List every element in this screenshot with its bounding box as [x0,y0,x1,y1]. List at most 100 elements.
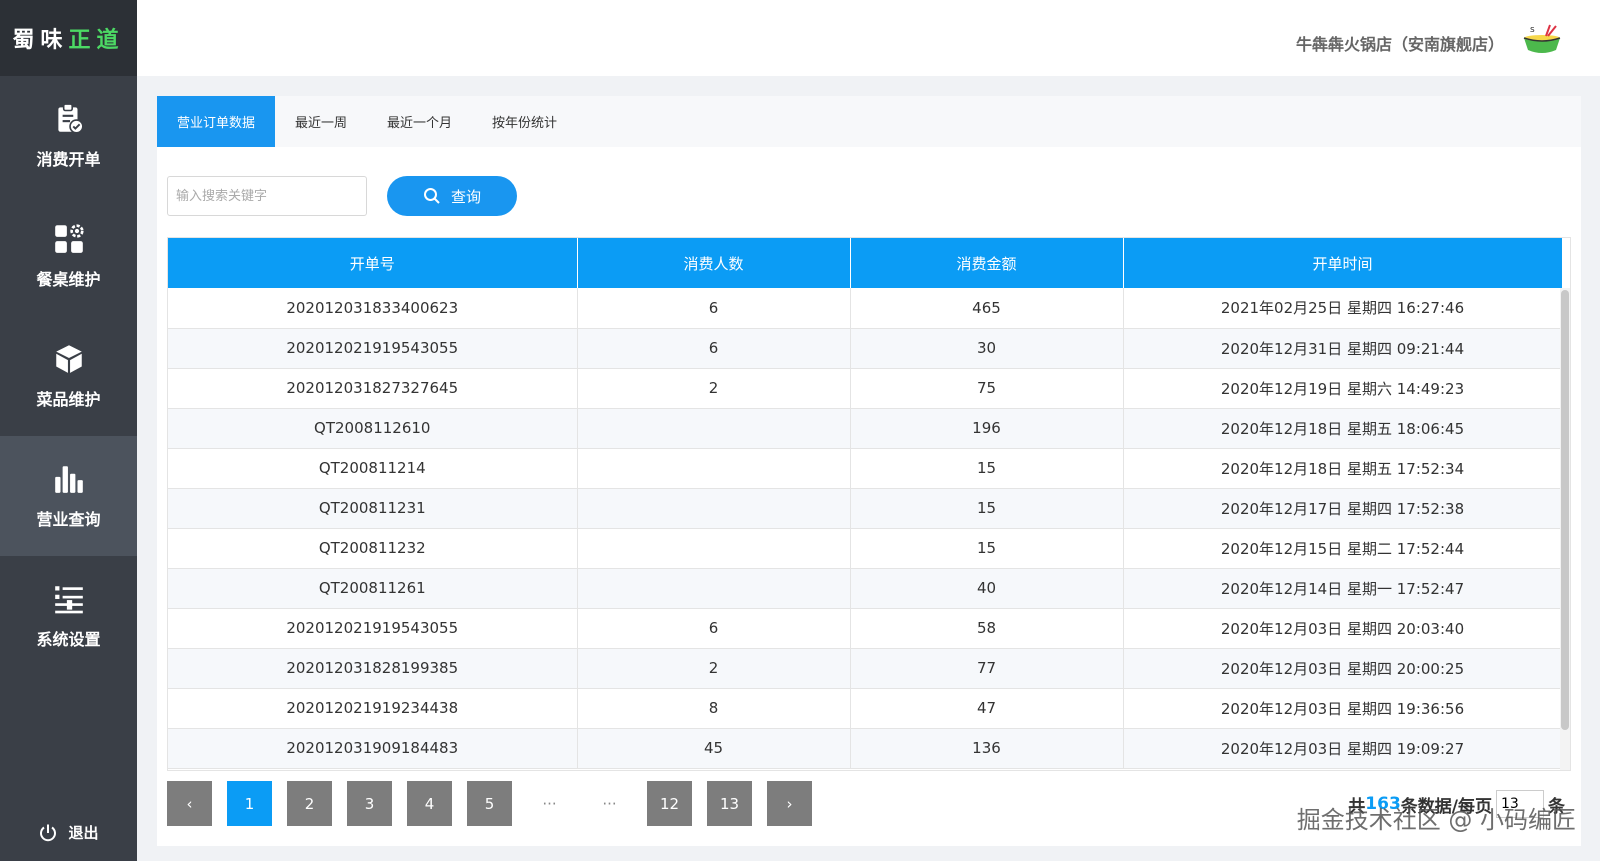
table-cell: 40 [850,568,1124,609]
brand-part1: 蜀味 [12,28,69,53]
column-header[interactable]: 消费人数 [577,238,851,288]
table-cell: 2020年12月18日 星期五 18:06:45 [1123,408,1563,449]
table-cell [577,528,851,569]
page-button-1[interactable]: 1 [227,781,272,826]
sidebar-item-label: 菜品维护 [36,390,101,409]
table-row[interactable]: 202012031909184483 45 136 2020年12月03日 星期四 1… [168,728,1563,769]
table-cell: 2020年12月03日 星期四 19:36:56 [1123,688,1563,729]
table-cell: 202012031828199385 [168,648,578,689]
table-cell: 2020年12月17日 星期四 17:52:38 [1123,488,1563,529]
bar-chart-icon [54,466,83,493]
table-row[interactable]: QT200811231 15 2020年12月17日 星期四 17:52:38 [168,488,1563,529]
table-cell: 202012031827327645 [168,368,578,409]
page-ellipsis[interactable]: ··· [587,781,632,826]
page-button-5[interactable]: 5 [467,781,512,826]
column-header[interactable]: 开单时间 [1123,238,1563,288]
table-cell: 2 [577,648,851,689]
table-row[interactable]: 202012021919234438 8 47 2020年12月03日 星期四 19:… [168,688,1563,729]
search-row: 查询 [167,176,517,216]
brand-part2: 正道 [68,28,125,53]
table-cell: 15 [850,488,1124,529]
sidebar-item-dishes[interactable]: 菜品维护 [0,316,137,436]
table-cell: QT200811231 [168,488,578,529]
sidebar-item-label: 消费开单 [36,150,101,169]
prev-page-button[interactable]: ‹ [167,781,212,826]
table-cell: 2020年12月31日 星期四 09:21:44 [1123,328,1563,369]
logout-label: 退出 [68,824,99,842]
table-cell: 2020年12月03日 星期四 20:00:25 [1123,648,1563,689]
table-cell [577,568,851,609]
table-row[interactable]: 202012021919543055 6 58 2020年12月03日 星期四 20:… [168,608,1563,649]
store-name: 牛犇犇火锅店（安南旗舰店） [1295,35,1504,54]
table-cell: 465 [850,288,1124,329]
sidebar-item-business[interactable]: 营业查询 [0,436,137,556]
watermark: 掘金技术社区 @ 小码编匠 [1296,806,1576,834]
search-input[interactable] [167,176,367,216]
scrollbar-thumb[interactable] [1561,290,1569,730]
table-row[interactable]: 202012031828199385 2 77 2020年12月03日 星期四 20:… [168,648,1563,689]
search-button[interactable]: 查询 [387,176,517,216]
table-row[interactable]: QT200811232 15 2020年12月15日 星期二 17:52:44 [168,528,1563,569]
clipboard-check-icon [57,103,84,134]
page-button-3[interactable]: 3 [347,781,392,826]
column-header[interactable]: 开单号 [168,238,578,288]
sidebar-item-label: 营业查询 [36,510,101,529]
table-cell [577,488,851,529]
table-cell: 75 [850,368,1124,409]
page-button-4[interactable]: 4 [407,781,452,826]
table-cell: 2020年12月14日 星期一 17:52:47 [1123,568,1563,609]
sidebar-item-label: 系统设置 [36,630,101,649]
tab-bar: 营业订单数据 最近一周 最近一个月 按年份统计 [157,96,1581,147]
brand-logo: 蜀味 正道 [0,0,137,76]
table-cell: 2020年12月19日 星期六 14:49:23 [1123,368,1563,409]
hotpot-bowl-icon: s [1523,24,1561,53]
table-header-row: 开单号 消费人数 消费金额 开单时间 [168,238,1563,288]
table-cell: 2 [577,368,851,409]
app: 蜀味 正道 消费开单 餐桌维护 菜品维护 营业查询 系统设置 退出 牛犇犇火锅店… [0,0,1600,861]
table-scrollbar[interactable] [1560,288,1570,770]
table-cell [577,408,851,449]
sidebar: 蜀味 正道 消费开单 餐桌维护 菜品维护 营业查询 系统设置 退出 [0,0,137,861]
table-cell: 8 [577,688,851,729]
table-row[interactable]: QT200811214 15 2020年12月18日 星期五 17:52:34 [168,448,1563,489]
table-cell [577,448,851,489]
page-button-12[interactable]: 12 [647,781,692,826]
grid-gear-icon [54,224,84,253]
tab-last-week[interactable]: 最近一周 [275,96,367,147]
tab-by-year[interactable]: 按年份统计 [472,96,577,147]
table-cell: 202012031909184483 [168,728,578,769]
table-cell: 6 [577,608,851,649]
table-cell: 47 [850,688,1124,729]
sidebar-item-tables[interactable]: 餐桌维护 [0,196,137,316]
table-cell: 2021年02月25日 星期四 16:27:46 [1123,288,1563,329]
table-cell: 136 [850,728,1124,769]
column-header[interactable]: 消费金额 [850,238,1124,288]
table-row[interactable]: QT2008112610 196 2020年12月18日 星期五 18:06:45 [168,408,1563,449]
logout-button[interactable]: 退出 [0,822,137,843]
table-cell: 2020年12月18日 星期五 17:52:34 [1123,448,1563,489]
table-cell: 202012021919543055 [168,328,578,369]
table-cell: 15 [850,448,1124,489]
table-cell: 202012021919543055 [168,608,578,649]
table-cell: 15 [850,528,1124,569]
table-row[interactable]: 202012031833400623 6 465 2021年02月25日 星期四 16… [168,288,1563,329]
tab-order-data[interactable]: 营业订单数据 [157,96,276,147]
pagination: ‹ 1 2 3 4 5 ··· ··· 12 13 › [167,781,827,826]
page-button-13[interactable]: 13 [707,781,752,826]
tab-last-month[interactable]: 最近一个月 [367,96,472,147]
table-cell: 202012021919234438 [168,688,578,729]
orders-table-container: 开单号 消费人数 消费金额 开单时间 202012031833400623 6 46… [167,237,1571,771]
sidebar-item-order[interactable]: 消费开单 [0,76,137,196]
orders-table: 开单号 消费人数 消费金额 开单时间 202012031833400623 6 46… [168,238,1563,769]
table-row[interactable]: 202012021919543055 6 30 2020年12月31日 星期四 09:… [168,328,1563,369]
search-button-label: 查询 [450,187,481,206]
next-page-button[interactable]: › [767,781,812,826]
table-row[interactable]: QT200811261 40 2020年12月14日 星期一 17:52:47 [168,568,1563,609]
page-button-2[interactable]: 2 [287,781,332,826]
table-row[interactable]: 202012031827327645 2 75 2020年12月19日 星期六 14:… [168,368,1563,409]
page-ellipsis[interactable]: ··· [527,781,572,826]
table-cell: 2020年12月15日 星期二 17:52:44 [1123,528,1563,569]
sidebar-item-settings[interactable]: 系统设置 [0,556,137,676]
main-panel: 营业订单数据 最近一周 最近一个月 按年份统计 查询 [157,96,1581,846]
table-body: 202012031833400623 6 465 2021年02月25日 星期四 16… [168,288,1563,769]
